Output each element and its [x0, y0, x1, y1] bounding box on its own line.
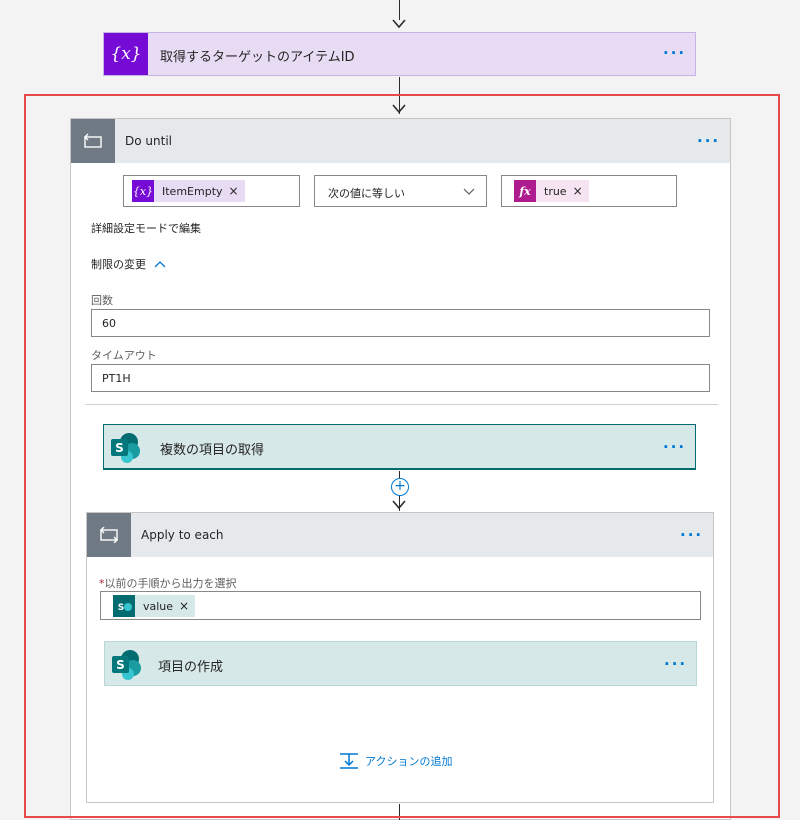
chevron-up-icon [154, 261, 166, 268]
apply-to-each-container: Apply to each ··· *以前の手順から出力を選択 S value … [86, 512, 714, 803]
create-item-title: 項目の作成 [158, 660, 224, 675]
create-item-card[interactable]: S 項目の作成 ··· [104, 641, 697, 686]
variable-action-menu-button[interactable]: ··· [663, 46, 686, 61]
add-action-label: アクションの追加 [365, 755, 453, 768]
add-action-button[interactable]: アクションの追加 [339, 752, 452, 770]
advanced-mode-link[interactable]: 詳細設定モードで編集 [91, 220, 201, 236]
select-output-label-text: 以前の手順から出力を選択 [104, 577, 237, 590]
get-items-card[interactable]: S 複数の項目の取得 ··· [103, 424, 696, 470]
apply-to-each-title: Apply to each [141, 528, 224, 542]
svg-text:S: S [118, 603, 124, 613]
remove-token-icon[interactable]: × [573, 184, 589, 198]
do-until-header[interactable]: Do until ··· [71, 119, 730, 163]
svg-text:S: S [116, 658, 125, 672]
get-items-menu-button[interactable]: ··· [663, 440, 686, 455]
chevron-down-icon [463, 188, 475, 195]
apply-to-each-header[interactable]: Apply to each ··· [87, 513, 713, 557]
connector-line [399, 804, 400, 820]
variable-icon: {𝑥} [104, 33, 148, 75]
top-connector-line [399, 0, 400, 20]
remove-token-icon[interactable]: × [179, 599, 195, 613]
change-limits-label: 制限の変更 [91, 258, 146, 271]
svg-text:S: S [115, 441, 124, 455]
connector-arrow-icon [392, 500, 406, 510]
itemempty-token-label: ItemEmpty [162, 184, 223, 198]
sharepoint-icon: S [112, 650, 141, 680]
true-token-label: true [544, 184, 567, 198]
variable-icon: {x} [132, 180, 154, 202]
select-output-field[interactable]: S value × [100, 591, 701, 620]
divider [85, 404, 718, 405]
sharepoint-icon: S [111, 433, 140, 463]
get-items-title: 複数の項目の取得 [160, 443, 265, 458]
condition-operator-select[interactable]: 次の値に等しい [314, 175, 487, 207]
timeout-input[interactable]: PT1H [91, 364, 710, 392]
connector-arrow-icon [392, 104, 406, 114]
do-until-menu-button[interactable]: ··· [697, 134, 720, 149]
add-action-icon [340, 753, 358, 769]
timeout-value: PT1H [102, 372, 131, 385]
insert-step-button[interactable]: + [391, 478, 409, 496]
condition-operator-label: 次の値に等しい [328, 187, 405, 200]
itemempty-token[interactable]: {x} ItemEmpty × [132, 180, 245, 202]
sharepoint-icon: S [113, 595, 135, 617]
change-limits-toggle[interactable]: 制限の変更 [91, 256, 166, 272]
loop-icon [87, 513, 131, 557]
connector-arrow-icon [392, 19, 406, 29]
count-value: 60 [102, 317, 116, 330]
count-label: 回数 [91, 294, 113, 307]
timeout-label: タイムアウト [91, 349, 157, 362]
variable-action-card[interactable]: {𝑥} 取得するターゲットのアイテムID ··· [103, 32, 696, 76]
loop-icon [71, 119, 115, 163]
condition-left-field[interactable]: {x} ItemEmpty × [123, 175, 300, 207]
select-output-label: *以前の手順から出力を選択 [99, 575, 237, 591]
expression-icon: fx [514, 180, 536, 202]
create-item-menu-button[interactable]: ··· [664, 657, 687, 672]
condition-right-field[interactable]: fx true × [501, 175, 677, 207]
do-until-title: Do until [125, 134, 172, 148]
value-token-label: value [143, 599, 174, 613]
remove-token-icon[interactable]: × [229, 184, 245, 198]
value-token[interactable]: S value × [113, 595, 196, 617]
apply-to-each-menu-button[interactable]: ··· [680, 528, 703, 543]
true-token[interactable]: fx true × [514, 180, 589, 202]
variable-action-title: 取得するターゲットのアイテムID [160, 50, 355, 65]
count-input[interactable]: 60 [91, 309, 710, 337]
